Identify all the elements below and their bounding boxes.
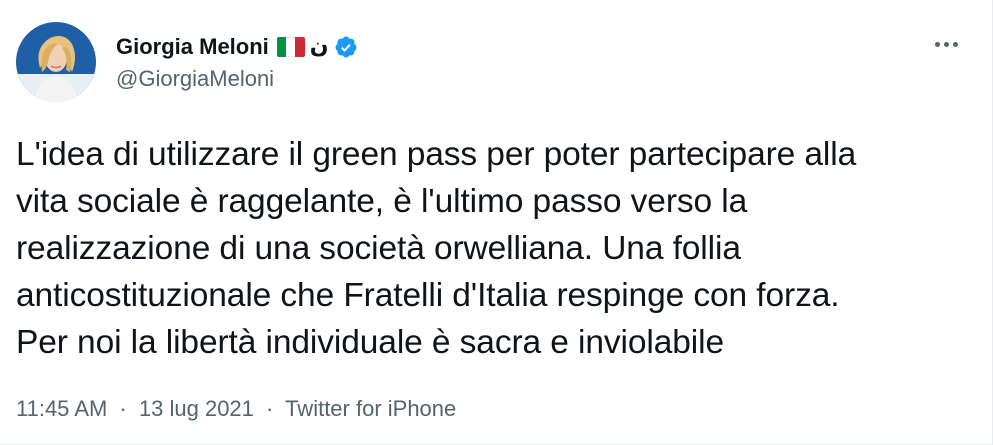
- dot: [934, 41, 940, 47]
- author-block: Giorgia Meloni ن @GiorgiaMeloni: [116, 32, 358, 92]
- separator: ·: [266, 396, 274, 421]
- dot: [943, 41, 949, 47]
- avatar[interactable]: [16, 22, 96, 102]
- verified-badge-icon[interactable]: [334, 35, 358, 59]
- tweet-header: Giorgia Meloni ن @GiorgiaMeloni: [16, 22, 358, 102]
- tweet-text: L'idea di utilizzare il green pass per p…: [16, 136, 857, 361]
- tweet-metadata: 11:45 AM · 13 lug 2021 · Twitter for iPh…: [16, 396, 456, 422]
- italy-flag-icon: [276, 37, 305, 57]
- avatar-image: [16, 22, 96, 102]
- tweet-card: Giorgia Meloni ن @GiorgiaMeloni L'idea d…: [0, 0, 993, 445]
- tweet-source-link[interactable]: Twitter for iPhone: [285, 396, 456, 421]
- tweet-date-link[interactable]: 13 lug 2021: [139, 396, 254, 421]
- user-handle[interactable]: @GiorgiaMeloni: [116, 66, 358, 92]
- tweet-time-link[interactable]: 11:45 AM: [16, 396, 107, 421]
- arabic-letter-nun: ن: [309, 34, 329, 59]
- more-options-icon[interactable]: [930, 34, 962, 54]
- separator: ·: [119, 396, 127, 421]
- dot: [952, 41, 958, 47]
- display-name[interactable]: Giorgia Meloni: [116, 34, 269, 60]
- name-row: Giorgia Meloni ن: [116, 32, 358, 62]
